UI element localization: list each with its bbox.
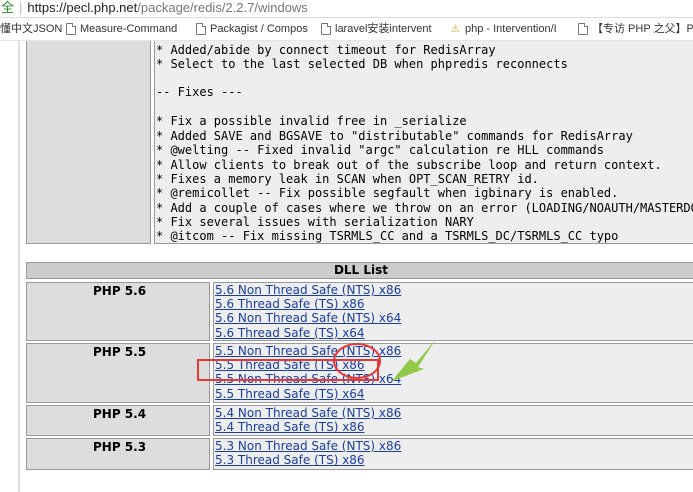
- page-content: * Added/abide by connect timeout for Red…: [0, 41, 693, 492]
- url-host: https://pecl.php.net: [27, 0, 138, 15]
- dll-link[interactable]: 5.3 Non Thread Safe (NTS) x86: [215, 439, 693, 453]
- note-line: * Fix a possible invalid free in _serial…: [156, 114, 467, 128]
- dll-links-cell: 5.6 Non Thread Safe (NTS) x86 5.6 Thread…: [213, 282, 693, 341]
- page-icon: [578, 23, 588, 35]
- note-line: * Select to the last selected DB when ph…: [156, 57, 568, 71]
- dll-links-cell: 5.3 Non Thread Safe (NTS) x86 5.3 Thread…: [213, 438, 693, 470]
- php-version-label: PHP 5.4: [26, 405, 210, 436]
- php-version-label: PHP 5.3: [26, 438, 210, 470]
- page-icon: [66, 23, 76, 35]
- bookmark-item[interactable]: ⚠ php - Intervention/I: [450, 18, 557, 40]
- bookmark-item[interactable]: laravel安装intervent: [321, 18, 432, 40]
- security-indicator[interactable]: 全: [0, 0, 14, 15]
- notes-label-cell: [26, 41, 151, 244]
- dll-links-cell: 5.4 Non Thread Safe (NTS) x86 5.4 Thread…: [213, 405, 693, 436]
- note-line: * Fixes a memory leak in SCAN when OPT_S…: [156, 172, 539, 186]
- bookmark-item[interactable]: Measure-Command: [66, 18, 177, 40]
- bookmark-item[interactable]: Packagist / Compos: [196, 18, 308, 40]
- address-bar[interactable]: 全 | https://pecl.php.net/package/redis/2.2…: [0, 0, 693, 18]
- note-line: * @itcom -- Fix missing TSRMLS_CC and a …: [156, 229, 619, 243]
- note-line: * Added/abide by connect timeout for Red…: [156, 43, 496, 57]
- dll-link[interactable]: 5.5 Thread Safe (TS) x64: [215, 387, 693, 401]
- note-line: * Added SAVE and BGSAVE to "distributabl…: [156, 129, 633, 143]
- dll-link[interactable]: 5.6 Thread Safe (TS) x64: [215, 326, 693, 340]
- note-line: * Fix several issues with serialization …: [156, 215, 474, 229]
- page-icon: [321, 23, 331, 35]
- dll-link[interactable]: 5.4 Thread Safe (TS) x86: [215, 420, 693, 434]
- page-icon: [196, 23, 206, 35]
- bookmark-item[interactable]: 【专访 PHP 之父】PH: [578, 18, 693, 40]
- dll-link[interactable]: 5.6 Thread Safe (TS) x86: [215, 297, 693, 311]
- page-edge-line: [18, 41, 20, 492]
- dll-link[interactable]: 5.4 Non Thread Safe (NTS) x86: [215, 406, 693, 420]
- dll-link[interactable]: 5.5 Non Thread Safe (NTS) x86: [215, 344, 693, 358]
- note-line: * Allow clients to break out of the subs…: [156, 158, 662, 172]
- dll-link[interactable]: 5.3 Thread Safe (TS) x86: [215, 453, 693, 467]
- note-line: -- Fixes ---: [156, 85, 243, 99]
- bookmark-item[interactable]: 懂中文JSON: [0, 18, 62, 40]
- arrow-icon: [392, 339, 436, 381]
- address-separator: |: [19, 0, 23, 15]
- url-path: /package/redis/2.2.7/windows: [137, 0, 308, 15]
- php-version-label: PHP 5.5: [26, 343, 210, 403]
- bookmarks-bar: 懂中文JSON Measure-Command Packagist / Comp…: [0, 18, 693, 41]
- dll-link[interactable]: 5.6 Non Thread Safe (NTS) x64: [215, 311, 693, 325]
- note-line: * @welting -- Fixed invalid "argc" calcu…: [156, 143, 604, 157]
- highlight-circle: [333, 343, 381, 379]
- dll-list-header: DLL List: [26, 262, 693, 279]
- note-line: * Add a couple of cases where we throw o…: [156, 201, 693, 215]
- php-icon: ⚠: [451, 23, 460, 35]
- dll-link[interactable]: 5.6 Non Thread Safe (NTS) x86: [215, 283, 693, 297]
- php-version-label: PHP 5.6: [26, 282, 210, 341]
- note-line: * @remicollet -- Fix possible segfault w…: [156, 186, 619, 200]
